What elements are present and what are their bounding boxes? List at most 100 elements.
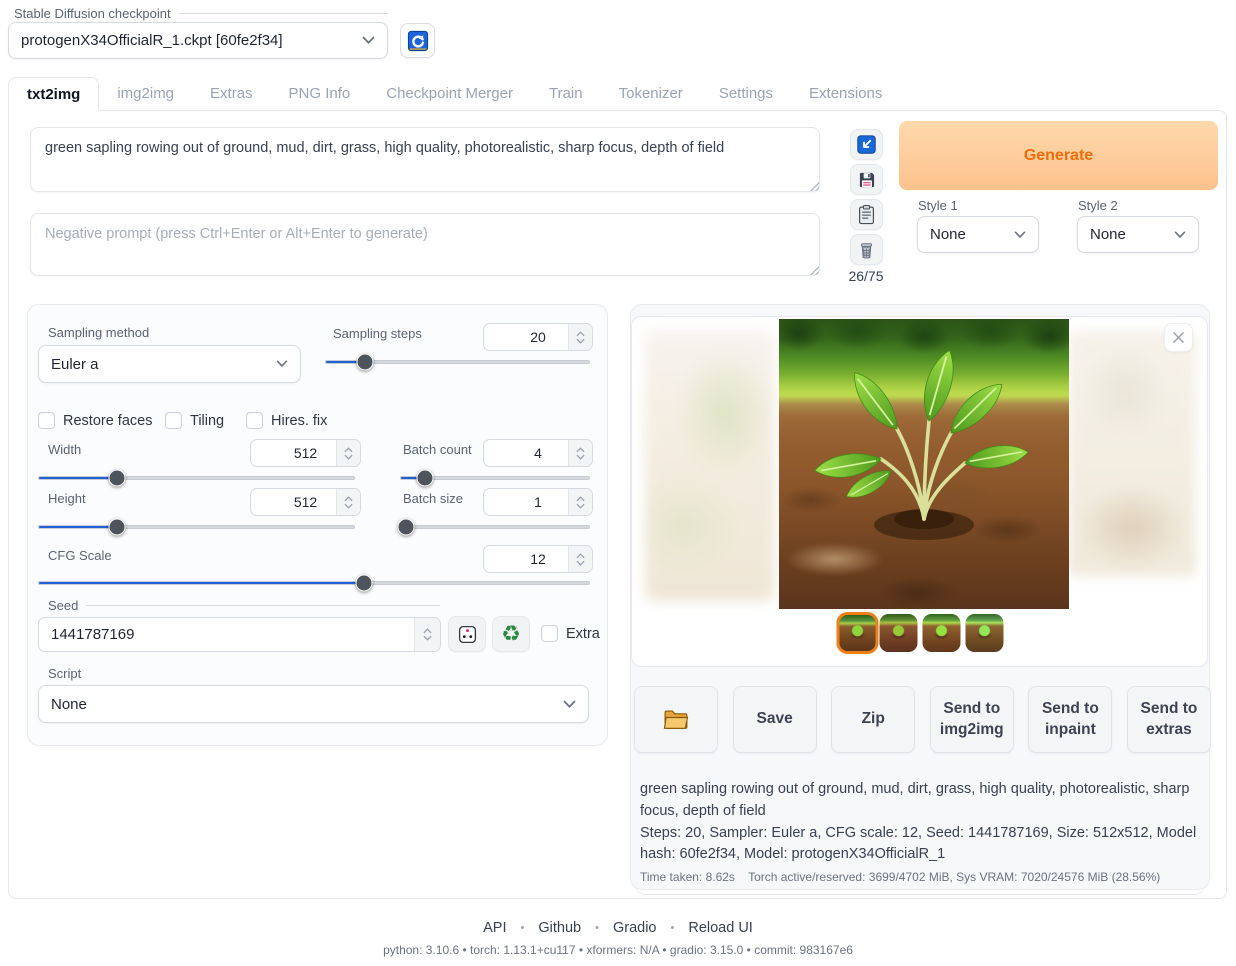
script-select[interactable]: None (38, 685, 589, 723)
batch-count-input[interactable]: 4 (483, 439, 593, 467)
reuse-seed-button[interactable]: ♻ (492, 616, 530, 652)
tiling-checkbox[interactable] (165, 412, 182, 429)
tab-extras[interactable]: Extras (192, 77, 271, 111)
sampling-steps-stepper[interactable] (568, 324, 592, 350)
zip-button[interactable]: Zip (831, 686, 915, 753)
sampling-method-select[interactable]: Euler a (38, 345, 301, 383)
style1-value: None (930, 226, 966, 243)
tab-img2img[interactable]: img2img (99, 77, 192, 111)
send-to-img2img-button[interactable]: Send to img2img (930, 686, 1014, 753)
batch-size-stepper[interactable] (568, 489, 592, 515)
width-label: Width (48, 442, 81, 457)
batch-size-slider[interactable] (400, 518, 590, 535)
seed-stepper[interactable] (414, 618, 440, 651)
batch-size-input[interactable]: 1 (483, 488, 593, 516)
tab-tokenizer[interactable]: Tokenizer (601, 77, 701, 111)
close-gallery-button[interactable] (1164, 323, 1193, 352)
save-style-button[interactable] (850, 164, 883, 195)
refresh-icon (407, 30, 429, 52)
style1-label: Style 1 (918, 198, 958, 213)
sampling-steps-slider[interactable] (325, 353, 590, 370)
send-to-extras-button[interactable]: Send to extras (1127, 686, 1211, 753)
checkpoint-select[interactable]: protogenX34OfficialR_1.ckpt [60fe2f34] (8, 22, 388, 59)
thumbnail-5[interactable] (965, 614, 1003, 652)
tiling-label: Tiling (190, 413, 224, 429)
generated-image-preview[interactable] (779, 319, 1069, 609)
tab-extensions[interactable]: Extensions (791, 77, 900, 111)
label-rule (86, 605, 440, 606)
chevron-down-icon (1014, 231, 1026, 239)
reload-ui-link[interactable]: Reload UI (688, 920, 752, 936)
thumbnail-2-selected[interactable] (836, 612, 878, 654)
height-value: 512 (294, 494, 317, 510)
restore-faces-checkbox[interactable] (38, 412, 55, 429)
cfg-scale-stepper[interactable] (568, 546, 592, 572)
width-stepper[interactable] (336, 440, 360, 466)
extra-seed-checkbox[interactable] (541, 625, 558, 642)
chevron-down-icon (563, 700, 576, 709)
tab-txt2img[interactable]: txt2img (8, 77, 99, 111)
tab-png-info[interactable]: PNG Info (271, 77, 369, 111)
info-params-text: Steps: 20, Sampler: Euler a, CFG scale: … (640, 823, 1200, 867)
separator-dot: • (671, 922, 675, 934)
height-stepper[interactable] (336, 489, 360, 515)
width-input[interactable]: 512 (250, 439, 361, 467)
send-to-inpaint-button[interactable]: Send to inpaint (1028, 686, 1112, 753)
open-folder-button[interactable] (634, 686, 718, 753)
cfg-scale-slider[interactable] (38, 574, 590, 591)
height-input[interactable]: 512 (250, 488, 361, 516)
tab-settings[interactable]: Settings (701, 77, 791, 111)
seed-input[interactable]: 1441787169 (38, 617, 441, 652)
floppy-disk-icon (857, 170, 877, 190)
seed-value: 1441787169 (51, 626, 134, 643)
github-link[interactable]: Github (538, 920, 581, 936)
tab-train[interactable]: Train (531, 77, 601, 111)
seed-label-row: Seed (48, 598, 440, 613)
cfg-scale-label: CFG Scale (48, 548, 112, 563)
negative-prompt-input[interactable] (30, 213, 820, 276)
batch-count-slider[interactable] (400, 469, 590, 486)
hires-fix-checkbox[interactable] (246, 412, 263, 429)
sampling-steps-label: Sampling steps (333, 326, 422, 341)
clipboard-icon (857, 204, 876, 225)
sampling-steps-value: 20 (530, 329, 546, 345)
tab-checkpoint-merger[interactable]: Checkpoint Merger (368, 77, 531, 111)
chevron-down-icon (276, 360, 288, 368)
thumbnail-3[interactable] (879, 614, 917, 652)
cfg-scale-value: 12 (530, 551, 546, 567)
batch-count-stepper[interactable] (568, 440, 592, 466)
paste-params-icon (856, 134, 877, 155)
main-tab-bar: txt2img img2img Extras PNG Info Checkpoi… (8, 77, 900, 111)
gradio-link[interactable]: Gradio (613, 920, 657, 936)
paste-params-button[interactable] (850, 129, 883, 160)
random-seed-button[interactable] (448, 616, 486, 652)
width-value: 512 (294, 445, 317, 461)
batch-size-label: Batch size (403, 491, 463, 506)
chevron-down-icon (362, 36, 375, 45)
refresh-checkpoint-button[interactable] (400, 23, 435, 58)
apply-style-button[interactable] (850, 199, 883, 230)
cfg-scale-input[interactable]: 12 (483, 545, 593, 573)
generate-button[interactable]: Generate (899, 121, 1218, 190)
footer-versions: python: 3.10.6 • torch: 1.13.1+cu117 • x… (0, 943, 1236, 957)
sampling-steps-input[interactable]: 20 (483, 323, 593, 351)
gallery-ghost-right (1068, 331, 1196, 576)
chevron-down-icon (1174, 231, 1186, 239)
width-slider[interactable] (38, 469, 355, 486)
sapling-illustration (779, 319, 1069, 609)
thumbnail-4[interactable] (922, 614, 960, 652)
save-button[interactable]: Save (733, 686, 817, 753)
clear-prompt-button[interactable] (850, 234, 883, 265)
height-slider[interactable] (38, 518, 355, 535)
style2-select[interactable]: None (1077, 216, 1199, 253)
checkpoint-label: Stable Diffusion checkpoint (8, 6, 171, 21)
gallery-ghost-left (645, 331, 775, 601)
close-icon (1172, 331, 1185, 344)
script-label: Script (48, 666, 81, 681)
prompt-input[interactable]: green sapling rowing out of ground, mud,… (30, 127, 820, 192)
checkpoint-value: protogenX34OfficialR_1.ckpt [60fe2f34] (21, 32, 283, 49)
api-link[interactable]: API (483, 920, 506, 936)
separator-dot: • (521, 922, 525, 934)
style1-select[interactable]: None (917, 216, 1039, 253)
separator-dot: • (595, 922, 599, 934)
